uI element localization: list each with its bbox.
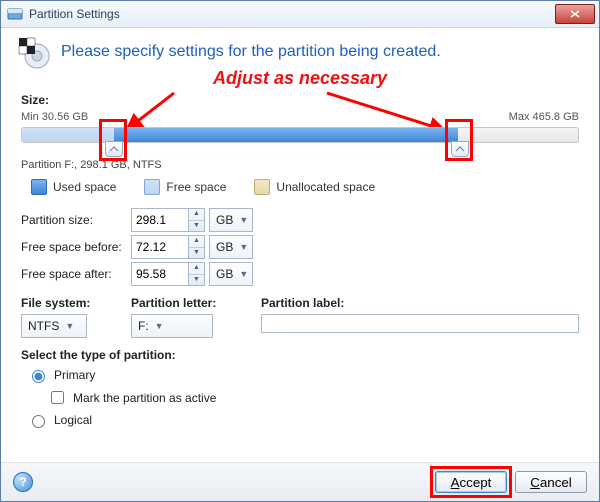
slider-handle-left[interactable] [105,141,123,157]
legend-used: Used space [53,180,116,194]
unallocated-swatch-icon [254,179,270,195]
partition-size-unit-combo[interactable]: GB▼ [209,208,253,232]
legend-unalloc: Unallocated space [276,180,375,194]
partition-letter-label: Partition letter: [131,296,251,310]
free-before-spinner[interactable]: ▲▼ [189,235,205,259]
filesystem-combo[interactable]: NTFS▼ [21,314,87,338]
footer: ? Accept Cancel [1,462,599,501]
free-before-unit-combo[interactable]: GB▼ [209,235,253,259]
free-after-label: Free space after: [21,267,131,281]
content-area: Size: Min 30.56 GB Max 465.8 GB Partitio… [1,89,599,462]
app-icon [7,6,23,22]
wizard-icon [17,36,51,70]
legend: Used space Free space Unallocated space [21,171,579,205]
annotation-text: Adjust as necessary [1,68,599,89]
partition-settings-window: Partition Settings Please specify settin… [0,0,600,502]
legend-free: Free space [166,180,226,194]
free-after-spinner[interactable]: ▲▼ [189,262,205,286]
size-label: Size: [21,93,579,107]
partition-label-input[interactable] [261,314,579,333]
accept-button[interactable]: Accept [435,471,507,493]
free-swatch-icon [144,179,160,195]
free-before-input[interactable] [131,235,189,259]
free-after-input[interactable] [131,262,189,286]
max-size-label: Max 465.8 GB [509,111,579,123]
partition-caption: Partition F:, 298.1 GB, NTFS [21,159,579,171]
free-before-label: Free space before: [21,240,131,254]
partition-size-label: Partition size: [21,213,131,227]
free-after-unit-combo[interactable]: GB▼ [209,262,253,286]
slider-handle-right[interactable] [451,141,469,157]
help-button[interactable]: ? [13,472,33,492]
cancel-button[interactable]: Cancel [515,471,587,493]
partition-label-label: Partition label: [261,296,579,310]
mark-active-checkbox[interactable]: Mark the partition as active [47,388,579,407]
logical-radio[interactable]: Logical [27,412,579,428]
used-swatch-icon [31,179,47,195]
size-slider[interactable] [21,123,579,159]
window-title: Partition Settings [29,7,555,21]
partition-letter-combo[interactable]: F:▼ [131,314,213,338]
partition-type-header: Select the type of partition: [21,348,579,362]
header-row: Please specify settings for the partitio… [1,28,599,70]
close-button[interactable] [555,4,595,24]
titlebar: Partition Settings [1,1,599,28]
primary-radio[interactable]: Primary [27,367,579,383]
filesystem-label: File system: [21,296,121,310]
partition-size-input[interactable] [131,208,189,232]
min-size-label: Min 30.56 GB [21,111,88,123]
partition-size-spinner[interactable]: ▲▼ [189,208,205,232]
page-heading: Please specify settings for the partitio… [61,43,441,61]
cancel-rest: ancel [540,475,572,490]
